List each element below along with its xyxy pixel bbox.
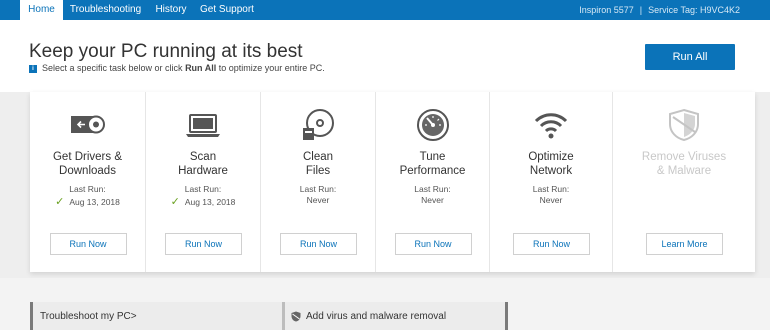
shield-small-icon <box>291 311 301 322</box>
card-optimize-network: Optimize Network Last Run: Never Run Now <box>490 92 613 272</box>
info-icon: i <box>29 64 37 73</box>
troubleshoot-label: Troubleshoot my PC <box>40 311 131 322</box>
tab-home[interactable]: Home <box>20 0 63 20</box>
learn-more-button[interactable]: Learn More <box>646 233 723 255</box>
task-cards: Get Drivers & Downloads Last Run: ✓ Aug 1… <box>30 92 755 272</box>
page-subtitle: i Select a specific task below or click R… <box>29 63 325 73</box>
top-nav-bar: Home Troubleshooting History Get Support… <box>0 0 770 20</box>
last-run-date: Aug 13, 2018 <box>184 197 236 207</box>
card-title: Optimize Network <box>528 151 574 177</box>
subtitle-text-bold: Run All <box>185 63 217 73</box>
card-title: Get Drivers & Downloads <box>52 151 122 177</box>
card-get-drivers: Get Drivers & Downloads Last Run: ✓ Aug 1… <box>30 92 146 272</box>
disc-clean-icon <box>303 109 334 140</box>
last-run-label: Last Run: <box>184 184 222 194</box>
card-clean-files: Clean Files Last Run: Never Run Now <box>261 92 376 272</box>
laptop-icon <box>186 114 220 137</box>
checkmark-icon: ✓ <box>170 196 180 208</box>
last-run-date: Aug 13, 2018 <box>69 197 120 207</box>
last-run-value: Never <box>306 195 330 205</box>
card-title: Scan Hardware <box>178 151 228 177</box>
run-now-button[interactable]: Run Now <box>49 233 127 255</box>
last-run-value: Never <box>539 195 563 205</box>
page-title: Keep your PC running at its best <box>29 41 303 62</box>
service-tag: Service Tag: H9VC4K2 <box>648 5 740 15</box>
gauge-icon <box>416 109 449 141</box>
last-run-label: Last Run: <box>69 184 106 194</box>
last-run-label: Last Run: <box>414 184 451 194</box>
add-virus-link[interactable]: Add virus and malware removal <box>291 311 446 322</box>
card-title: Tune Performance <box>399 151 466 177</box>
run-now-button[interactable]: Run Now <box>513 233 590 255</box>
drivers-download-icon <box>70 115 105 134</box>
run-all-button[interactable]: Run All <box>645 44 735 70</box>
card-remove-viruses: Remove Viruses & Malware Learn More <box>613 92 755 272</box>
shield-icon <box>669 108 699 142</box>
tab-get-support[interactable]: Get Support <box>194 0 260 20</box>
card-title: Remove Viruses & Malware <box>641 151 727 177</box>
subtitle-text-post: to optimize your entire PC. <box>216 63 325 73</box>
device-model: Inspiron 5577 <box>579 5 634 15</box>
last-run-value: Never <box>421 195 444 205</box>
wifi-icon <box>534 113 568 139</box>
card-scan-hardware: Scan Hardware Last Run: ✓ Aug 13, 2018 Ru… <box>146 92 261 272</box>
header-panel: Keep your PC running at its best i Select… <box>0 20 770 92</box>
card-title: Clean Files <box>302 151 334 177</box>
card-tune-performance: Tune Performance Last Run: Never Run Now <box>376 92 490 272</box>
device-info-separator: | <box>639 5 643 15</box>
subtitle-text-pre: Select a specific task below or click <box>42 63 186 73</box>
tab-troubleshooting[interactable]: Troubleshooting <box>63 0 148 20</box>
device-info: Inspiron 5577 | Service Tag: H9VC4K2 <box>579 0 740 20</box>
tab-history[interactable]: History <box>148 0 194 20</box>
run-now-button[interactable]: Run Now <box>394 233 472 255</box>
troubleshoot-link[interactable]: Troubleshoot my PC> <box>40 311 137 322</box>
checkmark-icon: ✓ <box>55 196 65 208</box>
last-run-label: Last Run: <box>299 184 337 194</box>
last-run-value: ✓ Aug 13, 2018 <box>146 195 260 208</box>
add-virus-label: Add virus and malware removal <box>306 311 447 323</box>
last-run-label: Last Run: <box>532 184 570 194</box>
last-run-value: ✓ Aug 13, 2018 <box>30 195 145 208</box>
run-now-button[interactable]: Run Now <box>280 233 357 255</box>
run-now-button[interactable]: Run Now <box>165 233 242 255</box>
chevron-right-icon: > <box>130 311 137 322</box>
